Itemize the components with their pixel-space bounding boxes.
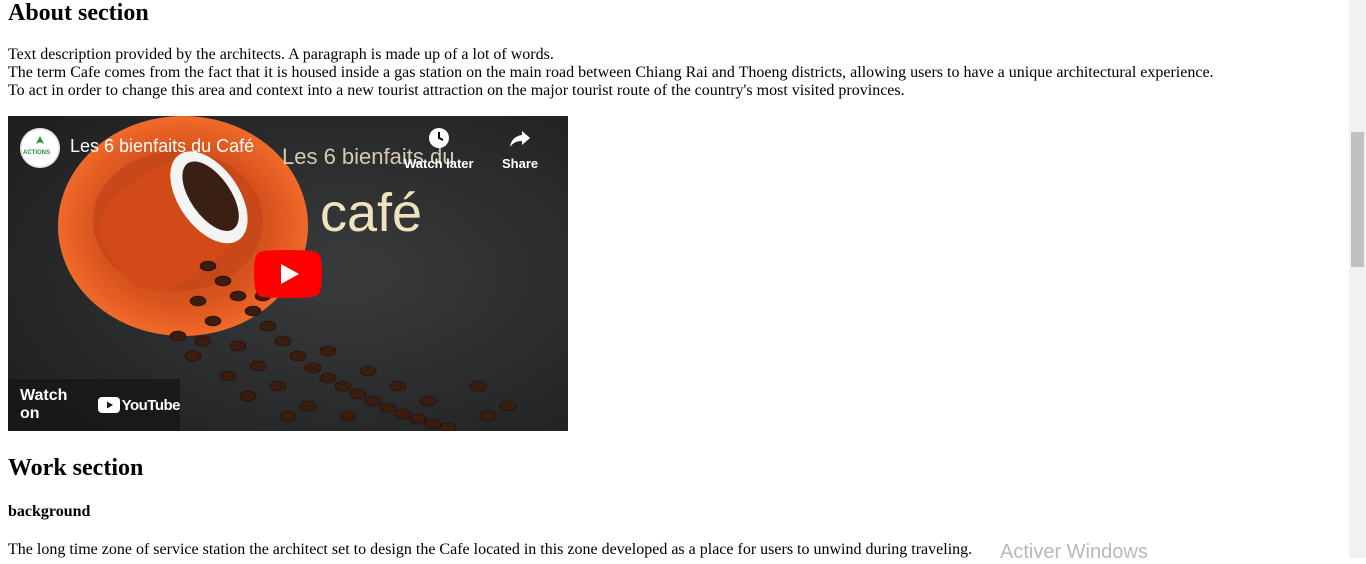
vertical-scrollbar[interactable] — [1349, 0, 1366, 558]
watch-on-youtube-button[interactable]: Watch on YouTube — [8, 379, 181, 431]
youtube-wordmark: YouTube — [121, 396, 181, 414]
thumbnail-text-line-2: café — [320, 183, 423, 243]
about-line-2: The term Cafe comes from the fact that i… — [8, 64, 1214, 81]
share-label: Share — [502, 156, 539, 171]
about-heading: About section — [8, 0, 149, 26]
channel-avatar[interactable]: ACTIONS — [20, 128, 60, 168]
share-button[interactable]: Share — [502, 126, 538, 171]
channel-logo-icon — [20, 128, 60, 168]
youtube-logo: YouTube — [97, 396, 181, 414]
youtube-logo-icon — [97, 397, 120, 413]
youtube-video-embed[interactable]: Les 6 bienfaits du café ACTIONS Les 6 bi… — [8, 116, 568, 431]
about-paragraph: Text description provided by the archite… — [8, 46, 1214, 100]
background-subheading: background — [8, 503, 91, 520]
video-title-link[interactable]: Les 6 bienfaits du Café — [70, 136, 254, 157]
channel-logo-text: ACTIONS — [23, 150, 50, 156]
play-icon[interactable] — [254, 250, 322, 298]
about-line-1: Text description provided by the archite… — [8, 46, 554, 63]
activate-windows-watermark: Activer Windows — [1000, 541, 1148, 563]
watch-on-label: Watch on — [20, 387, 68, 422]
clock-icon — [428, 128, 449, 148]
watch-later-button[interactable]: Watch later — [404, 126, 474, 171]
share-icon — [510, 131, 531, 147]
work-paragraph: The long time zone of service station th… — [8, 541, 973, 558]
watch-later-label: Watch later — [404, 156, 474, 171]
scrollbar-thumb[interactable] — [1351, 132, 1364, 267]
work-heading: Work section — [8, 455, 144, 481]
about-line-3: To act in order to change this area and … — [8, 82, 905, 99]
